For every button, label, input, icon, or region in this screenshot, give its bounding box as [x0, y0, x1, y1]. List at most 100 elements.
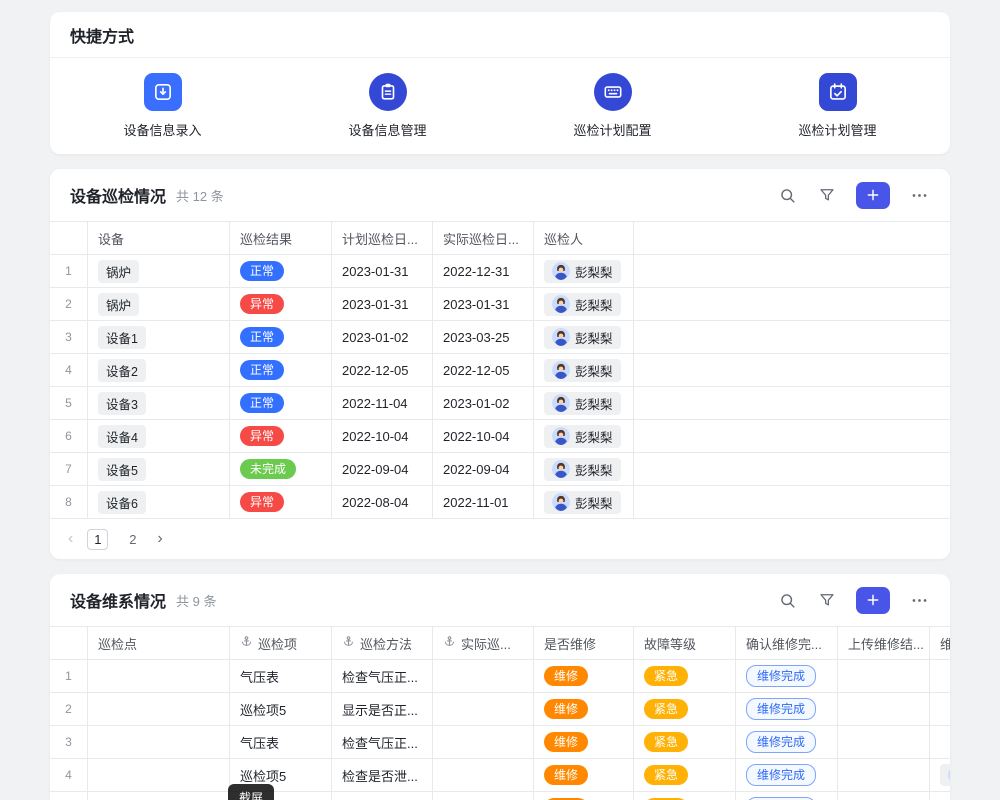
person-chip[interactable]: [940, 764, 950, 786]
column-header[interactable]: 维...: [930, 627, 950, 659]
inspector-name: 彭梨梨: [575, 394, 613, 413]
more-icon[interactable]: [908, 589, 930, 611]
pagination-prev[interactable]: ‹: [68, 531, 73, 547]
column-header[interactable]: 巡检点: [88, 627, 230, 659]
device-chip[interactable]: 锅炉: [98, 260, 139, 283]
fault-level-badge[interactable]: 紧急: [644, 732, 688, 752]
inspector-chip[interactable]: 彭梨梨: [544, 293, 621, 316]
column-header[interactable]: 确认维修完...: [736, 627, 838, 659]
table-row[interactable]: 1锅炉正常2023-01-312022-12-31彭梨梨: [50, 255, 950, 288]
column-header[interactable]: 巡检方法: [332, 627, 433, 659]
fault-level-badge[interactable]: 紧急: [644, 765, 688, 785]
status-badge[interactable]: 正常: [240, 327, 284, 347]
confirm-repair-badge[interactable]: 维修完成: [746, 698, 816, 720]
inspector-chip[interactable]: 彭梨梨: [544, 458, 621, 481]
table-row[interactable]: 5设备3正常2022-11-042023-01-02彭梨梨: [50, 387, 950, 420]
confirm-repair-badge[interactable]: 维修完成: [746, 731, 816, 753]
search-icon[interactable]: [776, 184, 798, 206]
confirm-repair-badge[interactable]: 维修完成: [746, 665, 816, 687]
inspection-method-cell: 显示是否正...: [332, 693, 433, 725]
device-chip[interactable]: 设备6: [98, 491, 146, 514]
status-badge[interactable]: 正常: [240, 261, 284, 281]
inspector-chip[interactable]: 彭梨梨: [544, 359, 621, 382]
column-header[interactable]: 故障等级: [634, 627, 736, 659]
filter-icon[interactable]: [816, 589, 838, 611]
status-badge[interactable]: 异常: [240, 426, 284, 446]
device-chip[interactable]: 设备1: [98, 326, 146, 349]
device-chip[interactable]: 设备3: [98, 392, 146, 415]
table-row[interactable]: 5巡检项5显示是否正...维修紧急维修完成: [50, 792, 950, 800]
table-row[interactable]: 2巡检项5显示是否正...维修紧急维修完成: [50, 693, 950, 726]
upload-result-cell: [838, 792, 930, 800]
repair-badge[interactable]: 维修: [544, 666, 588, 686]
column-header[interactable]: 巡检项: [230, 627, 332, 659]
upload-result-cell: [838, 759, 930, 791]
confirm-repair-cell: 维修完成: [736, 660, 838, 692]
more-icon[interactable]: [908, 184, 930, 206]
column-header-label: 实际巡检日...: [443, 229, 519, 248]
inspector-chip[interactable]: 彭梨梨: [544, 491, 621, 514]
device-chip[interactable]: 设备5: [98, 458, 146, 481]
inspector-chip[interactable]: 彭梨梨: [544, 392, 621, 415]
column-header[interactable]: 计划巡检日...: [332, 222, 433, 254]
column-header[interactable]: 巡检结果: [230, 222, 332, 254]
status-badge[interactable]: 异常: [240, 492, 284, 512]
result-cell: 异常: [230, 420, 332, 452]
status-badge[interactable]: 正常: [240, 360, 284, 380]
search-icon[interactable]: [776, 589, 798, 611]
page-number[interactable]: 2: [122, 529, 143, 550]
fault-level-badge[interactable]: 紧急: [644, 666, 688, 686]
shortcut-1[interactable]: 设备信息录入: [50, 73, 275, 139]
inspection-title: 设备巡检情况: [70, 183, 166, 207]
inspector-chip[interactable]: 彭梨梨: [544, 326, 621, 349]
device-chip[interactable]: 设备4: [98, 425, 146, 448]
table-row[interactable]: 1气压表检查气压正...维修紧急维修完成: [50, 660, 950, 693]
confirm-repair-cell: 维修完成: [736, 759, 838, 791]
shortcut-4[interactable]: 巡检计划管理: [725, 73, 950, 139]
table-row[interactable]: 3设备1正常2023-01-022023-03-25彭梨梨: [50, 321, 950, 354]
column-header[interactable]: 是否维修: [534, 627, 634, 659]
inspector-name: 彭梨梨: [575, 295, 613, 314]
table-row[interactable]: 2锅炉异常2023-01-312023-01-31彭梨梨: [50, 288, 950, 321]
row-number: 6: [50, 420, 88, 452]
inspection-point-cell: [88, 792, 230, 800]
page-number[interactable]: 1: [87, 529, 108, 550]
confirm-repair-badge[interactable]: 维修完成: [746, 764, 816, 786]
column-header[interactable]: 设备: [88, 222, 230, 254]
maintenance-table: 巡检点巡检项 巡检方法实际巡...是否维修故障等级确认维修完...上传维修结...…: [50, 626, 950, 800]
inspector-chip[interactable]: 彭梨梨: [544, 260, 621, 283]
filter-icon[interactable]: [816, 184, 838, 206]
row-filler: [634, 387, 950, 419]
column-header[interactable]: 实际巡...: [433, 627, 534, 659]
status-badge[interactable]: 异常: [240, 294, 284, 314]
shortcut-3[interactable]: 巡检计划配置: [500, 73, 725, 139]
repair-badge[interactable]: 维修: [544, 732, 588, 752]
inspector-chip[interactable]: 彭梨梨: [544, 425, 621, 448]
fault-level-badge[interactable]: 紧急: [644, 699, 688, 719]
table-row[interactable]: 8设备6异常2022-08-042022-11-01彭梨梨: [50, 486, 950, 519]
column-header-label: 巡检项: [240, 634, 297, 653]
table-row[interactable]: 4巡检项5检查是否泄...维修紧急维修完成: [50, 759, 950, 792]
column-header[interactable]: 上传维修结...: [838, 627, 930, 659]
pagination-next[interactable]: ›: [157, 531, 162, 547]
add-record-button[interactable]: [856, 182, 890, 209]
upload-result-cell: [838, 693, 930, 725]
status-badge[interactable]: 正常: [240, 393, 284, 413]
table-row[interactable]: 6设备4异常2022-10-042022-10-04彭梨梨: [50, 420, 950, 453]
result-cell: 正常: [230, 387, 332, 419]
status-badge[interactable]: 未完成: [240, 459, 296, 479]
table-row[interactable]: 4设备2正常2022-12-052022-12-05彭梨梨: [50, 354, 950, 387]
shortcut-2[interactable]: 设备信息管理: [275, 73, 500, 139]
repair-badge[interactable]: 维修: [544, 765, 588, 785]
repair-badge[interactable]: 维修: [544, 699, 588, 719]
device-chip[interactable]: 设备2: [98, 359, 146, 382]
column-header[interactable]: 实际巡检日...: [433, 222, 534, 254]
table-row[interactable]: 3气压表检查气压正...维修紧急维修完成: [50, 726, 950, 759]
inspection-card: 设备巡检情况 共 12 条 设备巡检结果计划巡检日...实际巡检日...巡检人1…: [50, 169, 950, 559]
column-header[interactable]: 巡检人: [534, 222, 634, 254]
device-chip[interactable]: 锅炉: [98, 293, 139, 316]
row-number: 8: [50, 486, 88, 518]
avatar: [552, 394, 570, 412]
add-record-button[interactable]: [856, 587, 890, 614]
table-row[interactable]: 7设备5未完成2022-09-042022-09-04彭梨梨: [50, 453, 950, 486]
